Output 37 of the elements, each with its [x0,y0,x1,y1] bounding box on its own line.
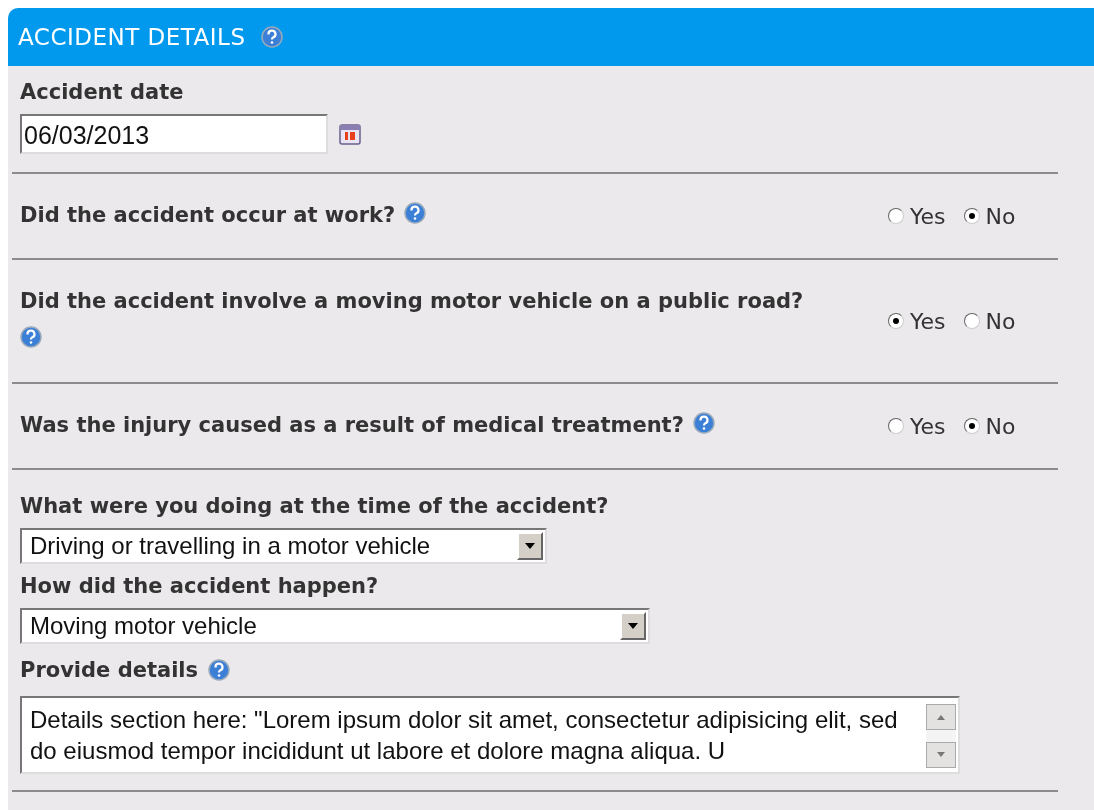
dropdown-button[interactable] [517,532,543,560]
radio-button[interactable] [888,418,904,434]
field-label: What were you doing at the time of the accident? [20,494,609,518]
help-icon[interactable] [261,26,284,48]
radio-option[interactable]: Yes [888,308,946,334]
radio-option[interactable]: No [963,413,1016,439]
section-title: ACCIDENT DETAILS [18,24,246,50]
caret-icon [627,622,639,630]
radio-option[interactable]: Yes [888,413,946,439]
radio-option[interactable]: No [963,308,1016,334]
question-label: Was the injury caused as a result of medical treatment? [20,413,684,437]
radio-option[interactable]: Yes [888,203,946,229]
dropdown-field[interactable]: Driving or travelling in a motor vehicle [20,528,547,564]
help-icon[interactable] [404,202,427,224]
field-label: How did the accident happen? [20,574,379,598]
up-arrow-icon[interactable] [936,714,946,720]
dropdown-button[interactable] [620,612,646,640]
date-field[interactable]: 06/03/2013 [20,114,328,154]
scrollbar[interactable] [926,704,956,768]
field-label: Accident date [20,80,184,104]
down-arrow-icon[interactable] [936,752,946,758]
details-textarea[interactable]: Details section here: "Lorem ipsum dolor sit amet, consectetur adipisicing elit, sed do eiusmod tempor incididunt ut labore et dolore magna aliqua. U [20,696,960,774]
radio-button[interactable] [888,313,904,329]
radio-button[interactable] [963,313,980,329]
help-icon[interactable] [692,412,715,434]
radio-button[interactable] [963,418,980,434]
radio-button[interactable] [963,208,980,224]
help-icon[interactable] [208,659,231,681]
question-label: Did the accident occur at work? [20,203,396,227]
question-label: Did the accident involve a moving motor vehicle on a public road? [20,289,804,313]
radio-button[interactable] [888,208,904,224]
caret-icon [524,542,536,550]
field-label: Provide details [20,658,199,682]
calendar-icon[interactable] [338,122,362,146]
radio-option[interactable]: No [963,203,1016,229]
help-icon[interactable] [20,326,42,348]
dropdown-field[interactable]: Moving motor vehicle [20,608,650,644]
